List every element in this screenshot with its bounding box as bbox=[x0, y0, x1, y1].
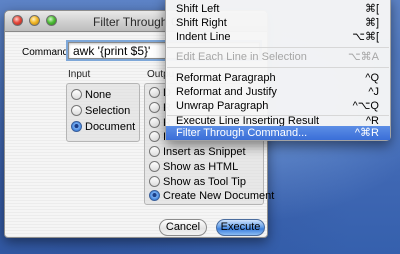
radio-label: Insert as Snippet bbox=[163, 146, 246, 158]
radio-button[interactable] bbox=[149, 117, 160, 128]
menu-item-shortcut: ⌘[ bbox=[364, 3, 379, 15]
radio-button[interactable] bbox=[149, 161, 160, 172]
menu-item-shortcut: ^⌥Q bbox=[352, 100, 379, 112]
radio-button[interactable] bbox=[149, 87, 160, 98]
menu-item-shortcut: ^J bbox=[368, 86, 379, 98]
radio-output-show-as-tool-tip[interactable]: Show as Tool Tip bbox=[149, 176, 246, 190]
menu-item-unwrap-paragraph[interactable]: Unwrap Paragraph ^⌥Q bbox=[166, 99, 390, 113]
menu-item-indent-line[interactable]: Indent Line ⌥⌘[ bbox=[166, 30, 390, 44]
menu-item-shortcut: ^Q bbox=[365, 72, 379, 84]
radio-output-insert-as-snippet[interactable]: Insert as Snippet bbox=[149, 146, 246, 160]
radio-input-selection[interactable]: Selection bbox=[71, 105, 130, 119]
menu-item-label: Reformat Paragraph bbox=[176, 72, 276, 84]
radio-label: Show as HTML bbox=[163, 161, 239, 173]
menu-item-shift-right[interactable]: Shift Right ⌘] bbox=[166, 16, 390, 30]
radio-button-selected[interactable] bbox=[149, 190, 160, 201]
menu-item-reformat-paragraph[interactable]: Reformat Paragraph ^Q bbox=[166, 71, 390, 85]
execute-button[interactable]: Execute bbox=[216, 219, 265, 236]
radio-output-show-as-html[interactable]: Show as HTML bbox=[149, 161, 238, 175]
minimize-window-button[interactable] bbox=[29, 15, 40, 26]
menu-item-label: Shift Left bbox=[176, 3, 220, 15]
input-group-title: Input bbox=[68, 69, 91, 80]
radio-output-create-new-document[interactable]: Create New Document bbox=[149, 190, 274, 204]
radio-label: Create New Document bbox=[163, 190, 275, 202]
menu-item-label: Reformat and Justify bbox=[176, 86, 277, 98]
radio-button[interactable] bbox=[149, 131, 160, 142]
radio-label: Selection bbox=[85, 105, 131, 117]
radio-input-document[interactable]: Document bbox=[71, 121, 135, 135]
menu-item-filter-through-command[interactable]: Filter Through Command... ^⌘R bbox=[166, 126, 390, 140]
radio-button[interactable] bbox=[149, 176, 160, 187]
menu-item-label: Filter Through Command... bbox=[176, 127, 308, 139]
radio-label: None bbox=[85, 89, 112, 101]
radio-output-i[interactable]: I bbox=[149, 131, 166, 145]
radio-button-selected[interactable] bbox=[71, 121, 82, 132]
radio-button[interactable] bbox=[149, 102, 160, 113]
radio-label: Show as Tool Tip bbox=[163, 176, 246, 188]
close-window-button[interactable] bbox=[12, 15, 23, 26]
radio-button[interactable] bbox=[149, 146, 160, 157]
text-context-menu: Shift Left ⌘[ Shift Right ⌘] Indent Line… bbox=[165, 0, 391, 141]
cancel-button[interactable]: Cancel bbox=[159, 219, 207, 236]
menu-item-edit-each-line: Edit Each Line in Selection ⌥⌘A bbox=[166, 50, 390, 64]
menu-item-label: Unwrap Paragraph bbox=[176, 100, 269, 112]
zoom-window-button[interactable] bbox=[46, 15, 57, 26]
menu-separator bbox=[167, 67, 389, 68]
radio-button[interactable] bbox=[71, 89, 82, 100]
menu-separator bbox=[167, 47, 389, 48]
menu-item-shortcut: ⌘] bbox=[364, 17, 379, 29]
radio-label: Document bbox=[85, 121, 136, 133]
menu-item-label: Edit Each Line in Selection bbox=[176, 51, 307, 63]
menu-item-label: Shift Right bbox=[176, 17, 227, 29]
radio-button[interactable] bbox=[71, 105, 82, 116]
menu-item-shortcut: ^⌘R bbox=[354, 127, 379, 139]
command-label: Command: bbox=[22, 47, 71, 58]
menu-item-shortcut: ⌥⌘[ bbox=[352, 31, 379, 43]
menu-item-label: Indent Line bbox=[176, 31, 231, 43]
menu-item-reformat-and-justify[interactable]: Reformat and Justify ^J bbox=[166, 85, 390, 99]
menu-item-shortcut: ⌥⌘A bbox=[347, 51, 379, 63]
menu-item-shift-left[interactable]: Shift Left ⌘[ bbox=[166, 2, 390, 16]
radio-input-none[interactable]: None bbox=[71, 89, 111, 103]
